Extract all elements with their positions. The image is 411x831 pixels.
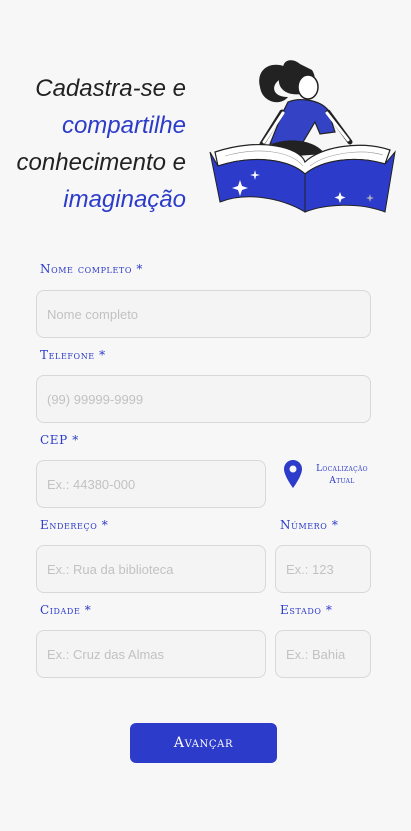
- hero-line-2: compartilhe: [61, 112, 186, 139]
- girl-on-book-illustration: [209, 60, 396, 213]
- current-location-line-1: Localização: [316, 464, 368, 474]
- cep-label: CEP *: [40, 433, 79, 447]
- address-label: Endereço *: [40, 518, 109, 532]
- address-input[interactable]: [36, 545, 266, 593]
- hero-line-4: imaginação: [63, 186, 186, 213]
- number-label: Número *: [280, 518, 339, 532]
- hero-line-1: Cadastra-se e: [35, 75, 186, 102]
- map-pin-icon: [284, 460, 302, 488]
- hero-heading: Cadastra-se e compartilhe conhecimento e…: [17, 70, 186, 218]
- state-label: Estado *: [280, 603, 333, 617]
- current-location-line-2: Atual: [329, 476, 355, 486]
- city-input[interactable]: [36, 630, 266, 678]
- current-location-label: Localização Atual: [310, 463, 374, 487]
- current-location-button[interactable]: Localização Atual: [284, 460, 374, 490]
- cep-input[interactable]: [36, 460, 266, 508]
- city-label: Cidade *: [40, 603, 92, 617]
- next-button[interactable]: Avançar: [130, 723, 277, 763]
- state-input[interactable]: [275, 630, 371, 678]
- hero-line-3: conhecimento e: [16, 149, 186, 176]
- name-label: Nome completo *: [40, 262, 144, 276]
- phone-label: Telefone *: [40, 348, 106, 362]
- phone-input[interactable]: [36, 375, 371, 423]
- number-input[interactable]: [275, 545, 371, 593]
- name-input[interactable]: [36, 290, 371, 338]
